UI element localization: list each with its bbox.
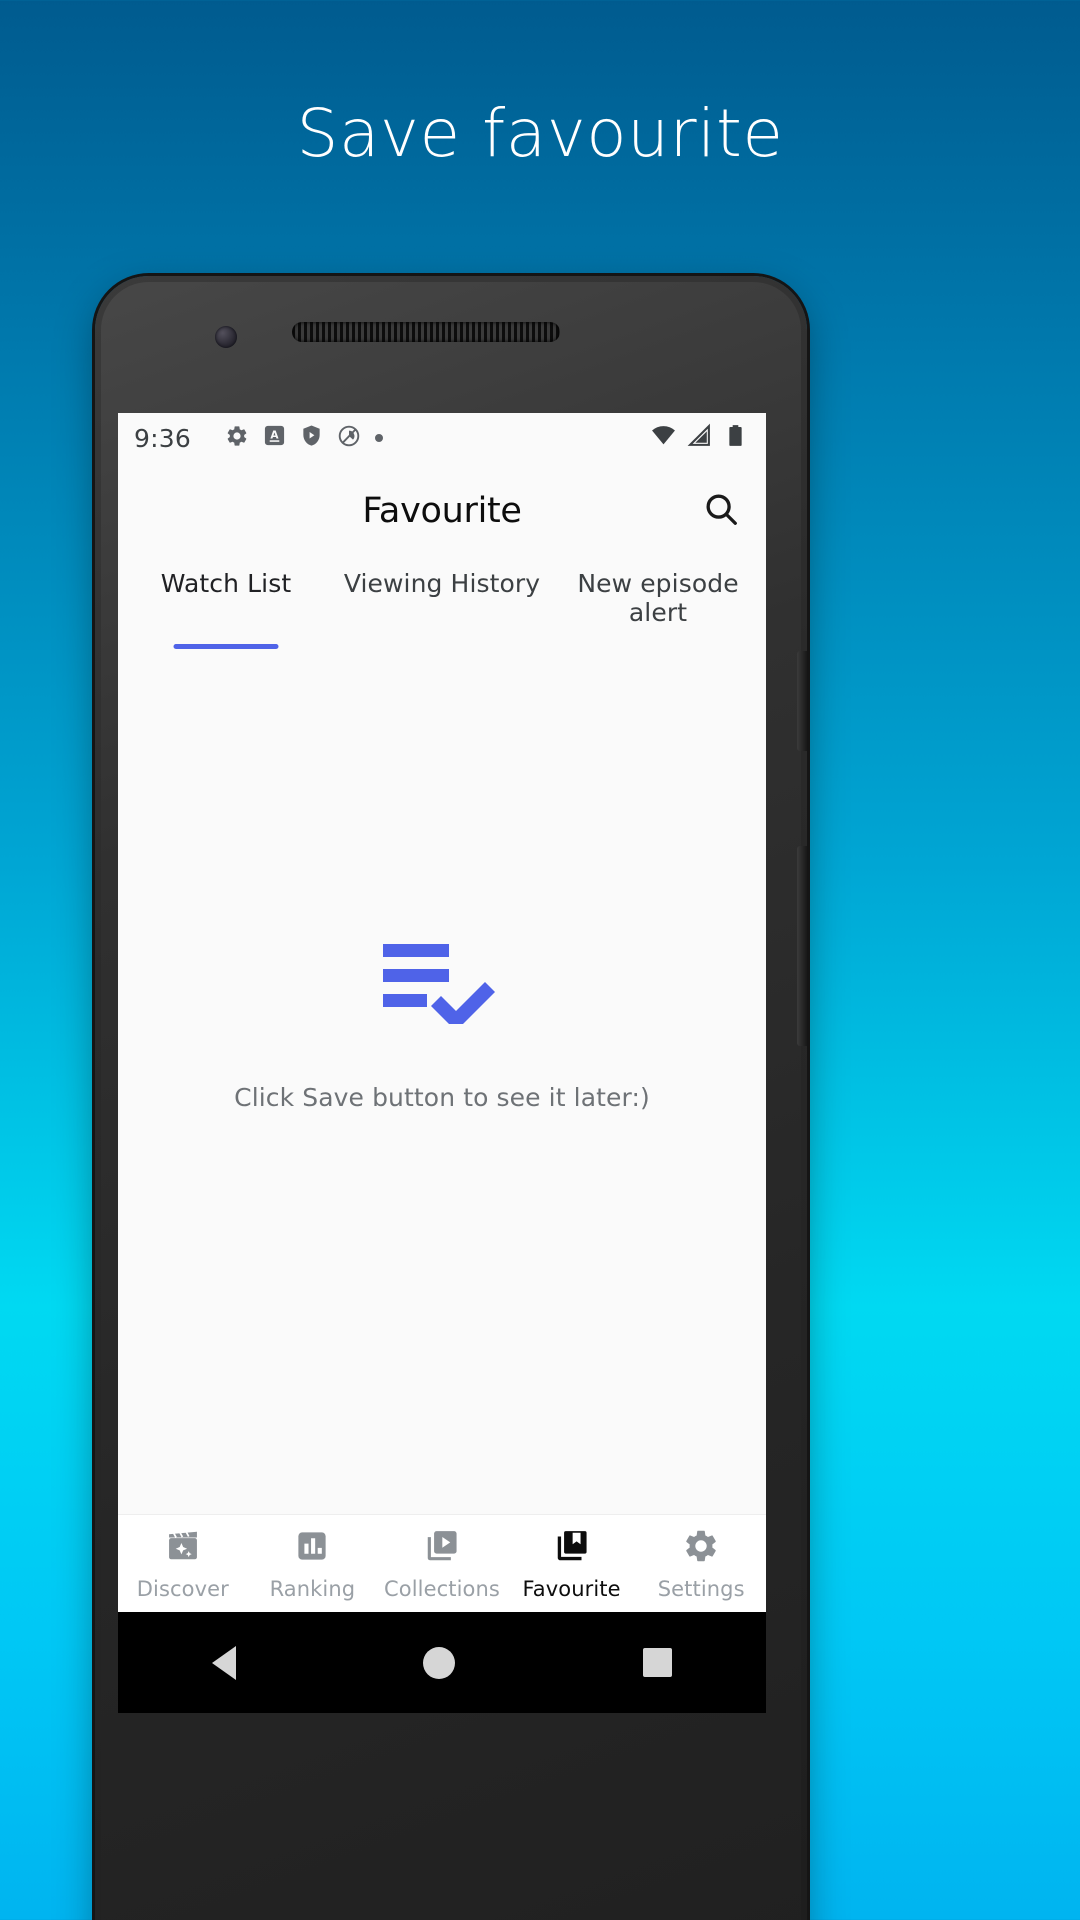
tab-viewing-history[interactable]: Viewing History	[334, 569, 550, 649]
front-camera-icon	[215, 326, 237, 348]
nav-item-collections-label: Collections	[384, 1576, 500, 1601]
earpiece-speaker	[292, 322, 560, 342]
bookmark-book-icon	[553, 1527, 591, 1570]
dot-icon	[374, 434, 383, 442]
movie-sparkle-icon	[164, 1527, 202, 1570]
volume-button[interactable]	[797, 651, 807, 751]
nav-item-collections[interactable]: Collections	[377, 1527, 507, 1601]
battery-full-icon	[723, 423, 748, 453]
status-time: 9:36	[134, 423, 191, 453]
app-bar: Favourite	[118, 463, 766, 559]
nav-item-settings-label: Settings	[657, 1576, 745, 1601]
phone-mockup: 9:36 A Favourite Watch List Viewing Hist…	[95, 276, 807, 1920]
gear-icon	[225, 424, 249, 453]
cellular-signal-icon	[687, 423, 712, 453]
shield-play-icon	[300, 424, 323, 452]
status-bar: 9:36 A	[118, 413, 766, 463]
adblock-icon	[337, 424, 361, 453]
status-bar-right	[651, 423, 748, 453]
svg-text:A: A	[270, 429, 279, 441]
gear-icon	[682, 1527, 720, 1570]
recents-square-icon[interactable]	[643, 1648, 673, 1677]
android-navigation-bar	[118, 1612, 766, 1713]
nav-item-favourite[interactable]: Favourite	[507, 1527, 637, 1601]
nav-item-favourite-label: Favourite	[522, 1576, 621, 1601]
tab-viewing-history-label: Viewing History	[343, 569, 541, 598]
tab-bar: Watch List Viewing History New episode a…	[118, 559, 766, 649]
bottom-navigation: Discover Ranking Collections Favourite S…	[118, 1514, 766, 1612]
power-button[interactable]	[797, 846, 807, 1046]
page-title: Favourite	[362, 491, 522, 531]
nav-item-discover-label: Discover	[136, 1576, 229, 1601]
status-bar-left: 9:36 A	[134, 424, 651, 453]
a-badge-icon: A	[263, 424, 286, 452]
video-library-icon	[423, 1527, 461, 1570]
nav-item-ranking[interactable]: Ranking	[248, 1527, 378, 1601]
empty-state-message: Click Save button to see it later:)	[234, 1083, 650, 1112]
bar-chart-icon	[293, 1527, 331, 1570]
phone-screen: 9:36 A Favourite Watch List Viewing Hist…	[118, 413, 766, 1612]
search-icon	[702, 490, 740, 533]
tab-watch-list[interactable]: Watch List	[118, 569, 334, 649]
home-circle-icon[interactable]	[423, 1646, 456, 1679]
tab-new-episode-alert[interactable]: New episode alert	[550, 569, 766, 649]
search-button[interactable]	[698, 488, 744, 534]
promo-headline: Save favourite	[296, 95, 784, 172]
empty-state: Click Save button to see it later:)	[118, 649, 766, 1391]
tab-active-indicator	[173, 644, 279, 649]
wifi-icon	[651, 423, 676, 453]
tab-watch-list-label: Watch List	[160, 569, 292, 598]
nav-item-discover[interactable]: Discover	[118, 1527, 248, 1601]
tab-new-episode-alert-label: New episode alert	[577, 569, 739, 627]
nav-item-ranking-label: Ranking	[269, 1576, 356, 1601]
playlist-add-check-icon	[381, 928, 503, 1031]
back-triangle-icon[interactable]	[211, 1645, 236, 1680]
nav-item-settings[interactable]: Settings	[636, 1527, 766, 1601]
